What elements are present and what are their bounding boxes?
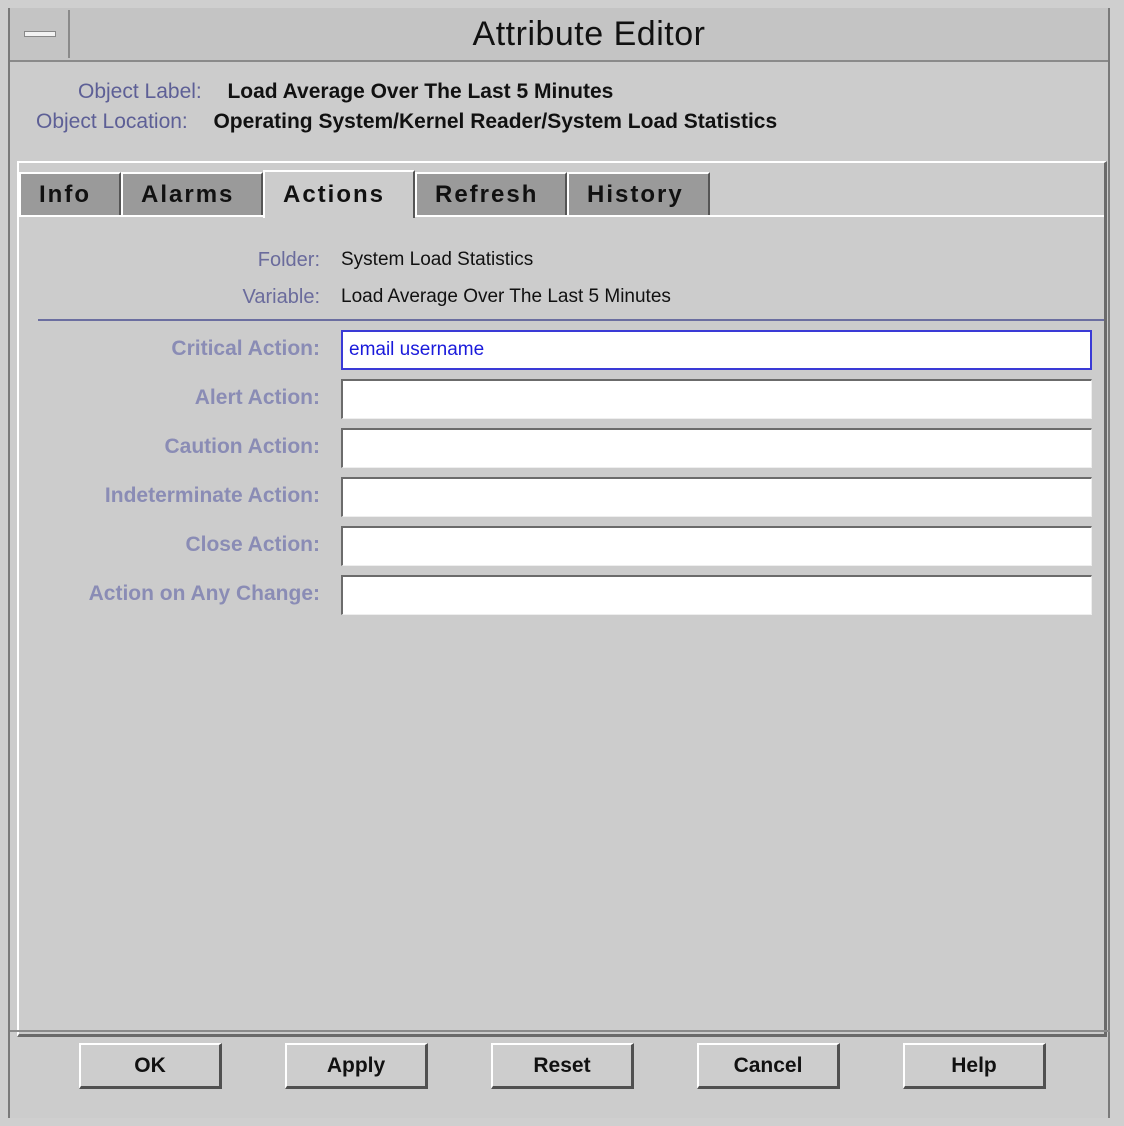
button-row-separator: [10, 1030, 1110, 1032]
object-location-value: Operating System/Kernel Reader/System Lo…: [213, 110, 778, 133]
object-location-row: Object Location: Operating System/Kernel…: [36, 110, 777, 134]
object-label-row: Object Label: Load Average Over The Last…: [78, 80, 613, 104]
tab-alarms[interactable]: Alarms: [121, 172, 263, 216]
window-top-edge: [8, 0, 1110, 8]
help-button[interactable]: Help: [903, 1043, 1046, 1089]
tab-info[interactable]: Info: [19, 172, 121, 216]
any-change-action-label: Action on Any Change:: [88, 582, 320, 605]
close-action-input[interactable]: [341, 526, 1092, 566]
title-bar[interactable]: Attribute Editor: [10, 8, 1108, 62]
indeterminate-action-input[interactable]: [341, 477, 1092, 517]
window-menu-button[interactable]: [12, 10, 70, 58]
apply-button[interactable]: Apply: [285, 1043, 428, 1089]
object-label-value: Load Average Over The Last 5 Minutes: [227, 80, 614, 103]
alert-action-input[interactable]: [341, 379, 1092, 419]
indeterminate-action-label: Indeterminate Action:: [104, 484, 320, 507]
variable-label: Variable:: [242, 286, 320, 308]
folder-value: System Load Statistics: [341, 249, 534, 270]
close-action-label: Close Action:: [185, 533, 320, 556]
folder-label: Folder:: [257, 249, 320, 271]
tab-refresh[interactable]: Refresh: [415, 172, 567, 216]
any-change-action-input[interactable]: [341, 575, 1092, 615]
tab-history[interactable]: History: [567, 172, 710, 216]
reset-button[interactable]: Reset: [491, 1043, 634, 1089]
window-title: Attribute Editor: [472, 14, 706, 53]
tab-baseline-left: [19, 215, 263, 217]
caution-action-input[interactable]: [341, 428, 1092, 468]
alert-action-label: Alert Action:: [194, 386, 320, 409]
tab-actions[interactable]: Actions: [263, 170, 415, 218]
caution-action-label: Caution Action:: [164, 435, 320, 458]
object-location-caption: Object Location:: [36, 110, 188, 133]
tab-baseline: [415, 215, 1104, 217]
variable-value: Load Average Over The Last 5 Minutes: [341, 286, 671, 307]
critical-action-label: Critical Action:: [171, 337, 320, 360]
window-menu-icon: [24, 31, 56, 37]
attribute-editor-window: Attribute Editor Object Label: Load Aver…: [8, 8, 1110, 1118]
section-divider: [38, 319, 1104, 321]
object-label-caption: Object Label:: [78, 80, 202, 103]
cancel-button[interactable]: Cancel: [697, 1043, 840, 1089]
critical-action-input[interactable]: [341, 330, 1092, 370]
ok-button[interactable]: OK: [79, 1043, 222, 1089]
